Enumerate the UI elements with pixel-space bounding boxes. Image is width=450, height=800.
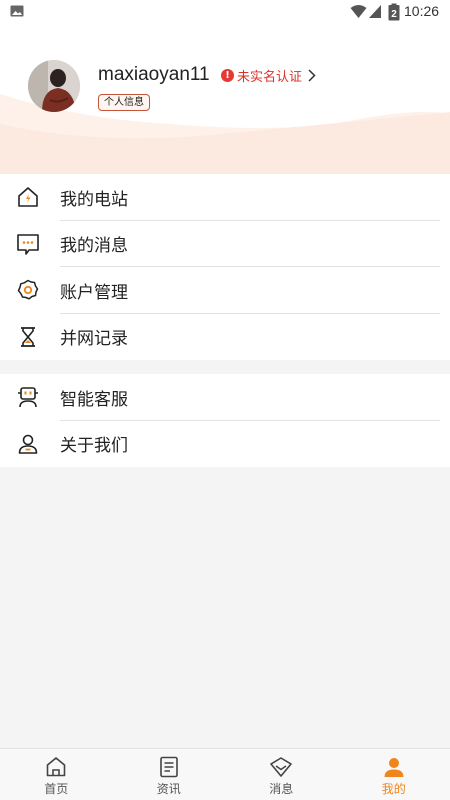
avatar-photo	[28, 60, 80, 112]
news-icon	[159, 756, 178, 778]
menu-item-my-station[interactable]: 我的电站	[0, 174, 450, 221]
menu-label: 我的电站	[60, 189, 128, 210]
battery-icon: 2	[388, 3, 400, 21]
profile-header: maxiaoyan11 ! 未实名认证 个人信息	[0, 24, 450, 174]
hourglass-icon	[21, 326, 35, 347]
tab-label: 消息	[269, 782, 294, 796]
menu-label: 关于我们	[60, 436, 128, 457]
menu-item-my-messages[interactable]: 我的消息	[0, 221, 450, 267]
menu-item-about-us[interactable]: 关于我们	[0, 421, 450, 468]
chevron-right-icon	[308, 69, 316, 82]
menu-group-main: 我的电站 我的消息 账户管理 并网记录	[0, 174, 450, 360]
tab-label: 资讯	[156, 782, 181, 796]
settings-gear-icon	[17, 280, 39, 300]
verify-text: 未实名认证	[237, 70, 303, 85]
status-time: 10:26	[404, 3, 440, 19]
menu-label: 账户管理	[60, 282, 128, 303]
tab-messages[interactable]: 消息	[225, 749, 338, 800]
bottom-tab-bar: 首页 资讯 消息 我的	[0, 748, 450, 800]
tab-home[interactable]: 首页	[0, 749, 113, 800]
status-bar: 2 10:26	[0, 0, 450, 24]
menu-label: 我的消息	[60, 236, 128, 257]
home-bolt-icon	[18, 187, 38, 208]
robot-service-icon	[18, 387, 38, 408]
verify-status-link[interactable]: ! 未实名认证	[221, 66, 316, 85]
menu-item-smart-service[interactable]: 智能客服	[0, 374, 450, 421]
menu-item-grid-records[interactable]: 并网记录	[0, 314, 450, 361]
personal-info-button[interactable]: 个人信息	[98, 94, 150, 111]
menu-label: 并网记录	[60, 329, 128, 350]
battery-level: 2	[391, 9, 397, 20]
wifi-icon	[350, 5, 367, 18]
tab-label: 我的	[381, 782, 406, 796]
user-icon	[384, 758, 404, 777]
username: maxiaoyan11	[98, 64, 210, 85]
tab-news[interactable]: 资讯	[113, 749, 226, 800]
person-icon	[18, 434, 38, 454]
message-diamond-icon	[270, 757, 293, 777]
menu-group-secondary: 智能客服 关于我们	[0, 374, 450, 467]
tab-label: 首页	[44, 782, 69, 796]
signal-icon	[369, 5, 381, 18]
menu-item-account-management[interactable]: 账户管理	[0, 267, 450, 314]
tab-mine[interactable]: 我的	[338, 749, 450, 800]
image-notification-icon	[10, 5, 24, 17]
warning-icon: !	[221, 69, 234, 82]
menu-label: 智能客服	[60, 389, 128, 410]
home-icon	[46, 757, 66, 777]
avatar[interactable]	[28, 60, 80, 112]
message-icon	[17, 233, 39, 255]
